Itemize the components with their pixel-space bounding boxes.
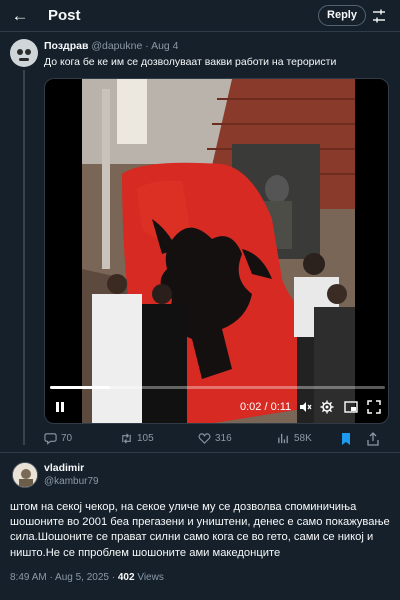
tweet-header: Поздрав @dapukne · Aug 4	[44, 40, 179, 52]
picture-in-picture-icon[interactable]	[344, 400, 358, 414]
video-progress-bar[interactable]	[50, 386, 385, 389]
retweet-icon	[122, 433, 131, 444]
back-arrow-icon[interactable]: ←	[8, 4, 32, 28]
share-icon[interactable]	[366, 432, 380, 446]
tweet-text: штом на секој чекор, на секое уличе му с…	[10, 501, 390, 559]
view-count: 58K	[294, 433, 312, 444]
avatar[interactable]	[10, 39, 38, 67]
settings-gear-icon[interactable]	[320, 400, 334, 414]
like-count: 316	[215, 433, 232, 444]
page-title: Post	[48, 7, 81, 24]
video-scene	[82, 79, 355, 423]
tweet-text: До кога бе ке им се дозволуваат вакви ра…	[44, 56, 337, 68]
display-name[interactable]: Поздрав	[44, 40, 88, 52]
thread-line	[23, 70, 25, 445]
tweet-time[interactable]: 8:49 AM	[10, 572, 47, 583]
views-count: 402	[117, 572, 135, 583]
reply-action[interactable]: 70	[44, 432, 72, 445]
views-chart-icon	[278, 433, 288, 444]
retweet-action[interactable]: 105	[120, 432, 154, 445]
tweet-metadata: 8:49 AM · Aug 5, 2025 · 402 Views	[10, 572, 164, 583]
reply-icon	[44, 433, 57, 445]
avatar[interactable]	[12, 462, 38, 488]
tune-icon[interactable]	[371, 8, 387, 24]
views-label: Views	[137, 572, 164, 583]
video-time: 0:02 / 0:11	[240, 401, 292, 413]
retweet-count: 105	[137, 433, 154, 444]
like-action[interactable]: 316	[198, 432, 232, 445]
divider	[0, 452, 400, 453]
video-progress-fill	[50, 386, 111, 389]
handle[interactable]: @dapukne	[91, 40, 142, 52]
separator: ·	[145, 40, 149, 52]
display-name[interactable]: vladimir	[44, 462, 84, 474]
top-bar: ← Post Reply	[0, 0, 400, 32]
handle[interactable]: @kambur79	[44, 476, 99, 487]
views-action[interactable]: 58K	[277, 432, 312, 445]
reply-count: 70	[61, 433, 73, 444]
fullscreen-icon[interactable]	[367, 400, 381, 414]
pause-icon[interactable]	[54, 401, 66, 413]
tweet-date[interactable]: Aug 4	[151, 40, 178, 52]
bookmark-icon[interactable]	[339, 432, 353, 446]
video-frame	[82, 79, 355, 423]
mute-icon[interactable]	[298, 400, 312, 414]
video-player[interactable]	[44, 78, 389, 424]
reply-button[interactable]: Reply	[318, 5, 366, 26]
tweet-date[interactable]: Aug 5, 2025	[55, 572, 109, 583]
heart-icon	[198, 433, 211, 444]
